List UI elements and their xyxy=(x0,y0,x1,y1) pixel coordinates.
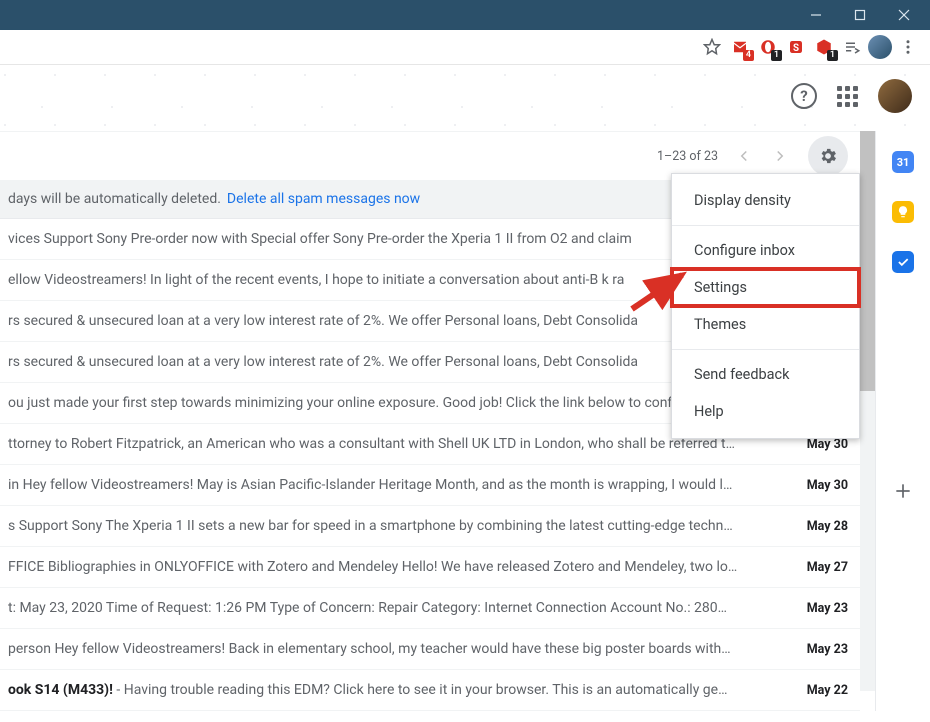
mail-row[interactable]: t: May 23, 2020 Time of Request: 1:26 PM… xyxy=(0,588,860,629)
opera-ext-icon[interactable]: 1 xyxy=(754,33,782,61)
tasks-addon-icon[interactable] xyxy=(892,251,914,273)
menu-themes[interactable]: Themes xyxy=(672,306,859,343)
side-panel: 31 xyxy=(875,131,930,711)
menu-settings[interactable]: Settings xyxy=(672,269,859,306)
avatar xyxy=(868,35,892,59)
menu-configure-inbox[interactable]: Configure inbox xyxy=(672,232,859,269)
menu-display-density[interactable]: Display density xyxy=(672,182,859,219)
page-count: 1–23 of 23 xyxy=(657,149,718,164)
older-page-button[interactable] xyxy=(762,138,798,174)
playlist-ext-icon[interactable] xyxy=(838,33,866,61)
mail-date: May 28 xyxy=(807,519,852,534)
window-titlebar xyxy=(0,0,930,30)
support-icon[interactable]: ? xyxy=(791,83,817,109)
mail-row[interactable]: s Support Sony The Xperia 1 II sets a ne… xyxy=(0,506,860,547)
gmail-ext-icon[interactable]: 4 xyxy=(726,33,754,61)
mail-subject: person Hey fellow Videostreamers! Back i… xyxy=(8,641,799,657)
browser-toolbar: 4 1 S 1 xyxy=(0,30,930,65)
mail-scrollbar[interactable] xyxy=(860,131,876,691)
gmail-ext-badge: 4 xyxy=(743,50,754,61)
gmail-header: ? xyxy=(0,65,930,132)
calendar-addon-icon[interactable]: 31 xyxy=(892,151,914,173)
menu-help[interactable]: Help xyxy=(672,393,859,430)
mail-date: May 30 xyxy=(807,478,852,493)
window-minimize-button[interactable] xyxy=(794,0,838,30)
account-avatar[interactable] xyxy=(878,79,912,113)
mail-row[interactable]: FFICE Bibliographies in ONLYOFFICE with … xyxy=(0,547,860,588)
mail-row[interactable]: ook S14 (M433)! - Having trouble reading… xyxy=(0,670,860,711)
menu-send-feedback[interactable]: Send feedback xyxy=(672,356,859,393)
bookmark-star-icon[interactable] xyxy=(698,33,726,61)
mail-subject: ook S14 (M433)! - Having trouble reading… xyxy=(8,682,799,698)
mail-subject: t: May 23, 2020 Time of Request: 1:26 PM… xyxy=(8,600,799,616)
settings-gear-button[interactable] xyxy=(808,136,848,176)
scroll-thumb[interactable] xyxy=(860,131,876,391)
mail-date: May 27 xyxy=(807,560,852,575)
mail-subject: FFICE Bibliographies in ONLYOFFICE with … xyxy=(8,559,799,575)
mail-row[interactable]: person Hey fellow Videostreamers! Back i… xyxy=(0,629,860,670)
svg-text:S: S xyxy=(793,43,799,54)
spam-banner-text: days will be automatically deleted. xyxy=(8,191,221,207)
delete-spam-link[interactable]: Delete all spam messages now xyxy=(227,191,420,207)
mail-date: May 23 xyxy=(807,642,852,657)
todoist-ext-badge: 1 xyxy=(827,50,838,61)
window-close-button[interactable] xyxy=(882,0,926,30)
mail-row[interactable]: in Hey fellow Videostreamers! May is Asi… xyxy=(0,465,860,506)
mail-date: May 23 xyxy=(807,601,852,616)
keep-addon-icon[interactable] xyxy=(892,201,914,223)
newer-page-button[interactable] xyxy=(726,138,762,174)
opera-ext-badge: 1 xyxy=(771,50,782,61)
mail-subject: s Support Sony The Xperia 1 II sets a ne… xyxy=(8,518,799,534)
browser-menu-icon[interactable] xyxy=(894,33,922,61)
settings-menu: Display density Configure inbox Settings… xyxy=(671,173,860,439)
window-maximize-button[interactable] xyxy=(838,0,882,30)
menu-divider xyxy=(672,349,859,350)
menu-divider xyxy=(672,225,859,226)
profile-avatar-icon[interactable] xyxy=(866,33,894,61)
google-apps-icon[interactable] xyxy=(837,86,858,107)
todoist-ext-icon[interactable]: 1 xyxy=(810,33,838,61)
mail-date: May 22 xyxy=(807,683,852,698)
skype-ext-icon[interactable]: S xyxy=(782,33,810,61)
add-addon-button[interactable] xyxy=(883,471,923,511)
mail-subject: in Hey fellow Videostreamers! May is Asi… xyxy=(8,477,799,493)
